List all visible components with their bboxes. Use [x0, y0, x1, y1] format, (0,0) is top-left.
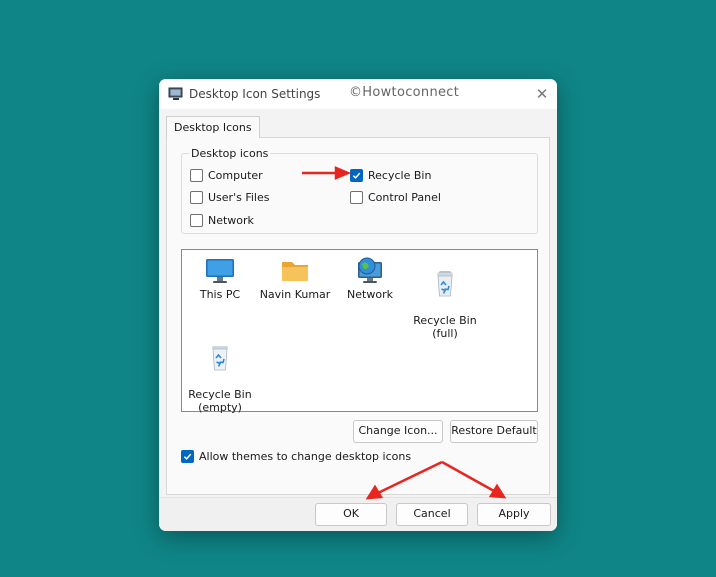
- recycle-bin-empty-icon: [212, 346, 228, 371]
- checkbox-label: Network: [208, 213, 254, 227]
- checkbox-label: Recycle Bin: [368, 168, 432, 182]
- icon-label: Recycle Bin (empty): [188, 388, 252, 414]
- restore-default-button[interactable]: Restore Default: [450, 420, 538, 443]
- checkbox-label: Control Panel: [368, 190, 441, 204]
- checkmark-icon: [183, 453, 192, 460]
- icon-label: Navin Kumar: [259, 288, 331, 301]
- close-icon: ✕: [535, 85, 549, 103]
- desktop-icons-groupbox: Desktop icons Computer User's Files Netw…: [181, 147, 538, 234]
- checkbox-box: [350, 190, 363, 204]
- list-item-user-folder[interactable]: Navin Kumar: [257, 256, 333, 301]
- desktop-icon-list[interactable]: This PC Navin Kumar Network Recycle Bin …: [181, 249, 538, 414]
- checkbox-label: Computer: [208, 168, 263, 182]
- icon-label: Network: [347, 288, 393, 301]
- group-label: Desktop icons: [189, 147, 271, 160]
- checkbox-box: [190, 190, 203, 204]
- title-bar[interactable]: Desktop Icon Settings ©Howtoconnect ✕: [159, 79, 557, 109]
- allow-themes-checkbox[interactable]: Allow themes to change desktop icons: [181, 448, 411, 464]
- computer-checkbox[interactable]: Computer: [190, 167, 263, 183]
- network-globe-icon: [358, 257, 382, 283]
- ok-button[interactable]: OK: [315, 503, 387, 526]
- cancel-button[interactable]: Cancel: [396, 503, 468, 526]
- recycle-bin-checkbox[interactable]: Recycle Bin: [350, 167, 431, 183]
- monitor-icon: [206, 259, 234, 283]
- button-label: Change Icon...: [358, 424, 438, 437]
- checkbox-box: [190, 213, 203, 227]
- watermark: ©Howtoconnect: [349, 85, 460, 100]
- checkbox-box-checked: [181, 449, 194, 463]
- button-label: Restore Default: [451, 424, 537, 437]
- checkbox-label: User's Files: [208, 190, 270, 204]
- icon-label: Recycle Bin (full): [413, 314, 477, 340]
- button-label: Cancel: [413, 507, 451, 520]
- checkmark-icon: [352, 172, 361, 179]
- list-item-network[interactable]: Network: [340, 256, 400, 301]
- folder-icon: [282, 262, 308, 281]
- window-title: Desktop Icon Settings: [189, 87, 321, 101]
- button-label: OK: [343, 507, 359, 520]
- change-icon-button[interactable]: Change Icon...: [353, 420, 443, 443]
- button-label: Apply: [498, 507, 530, 520]
- list-item-this-pc[interactable]: This PC: [190, 256, 250, 301]
- recycle-bin-full-icon: [437, 271, 453, 297]
- apply-button[interactable]: Apply: [477, 503, 551, 526]
- tab-desktop-icons[interactable]: Desktop Icons: [166, 116, 260, 138]
- control-panel-checkbox[interactable]: Control Panel: [350, 189, 441, 205]
- tab-panel: Desktop icons Computer User's Files Netw…: [166, 137, 550, 495]
- checkbox-box: [190, 168, 203, 182]
- list-item-recycle-bin-full[interactable]: Recycle Bin (full): [410, 256, 480, 340]
- tab-label: Desktop Icons: [174, 121, 252, 134]
- close-button[interactable]: ✕: [529, 82, 555, 106]
- checkbox-box-checked: [350, 168, 363, 182]
- network-checkbox[interactable]: Network: [190, 212, 254, 228]
- icon-label: This PC: [199, 288, 241, 301]
- desktop-icon-settings-dialog: Desktop Icon Settings ©Howtoconnect ✕ De…: [159, 79, 557, 531]
- desktop-settings-icon: [168, 87, 183, 100]
- users-files-checkbox[interactable]: User's Files: [190, 189, 269, 205]
- checkbox-label: Allow themes to change desktop icons: [199, 449, 412, 463]
- list-item-recycle-bin-empty[interactable]: Recycle Bin (empty): [185, 330, 255, 414]
